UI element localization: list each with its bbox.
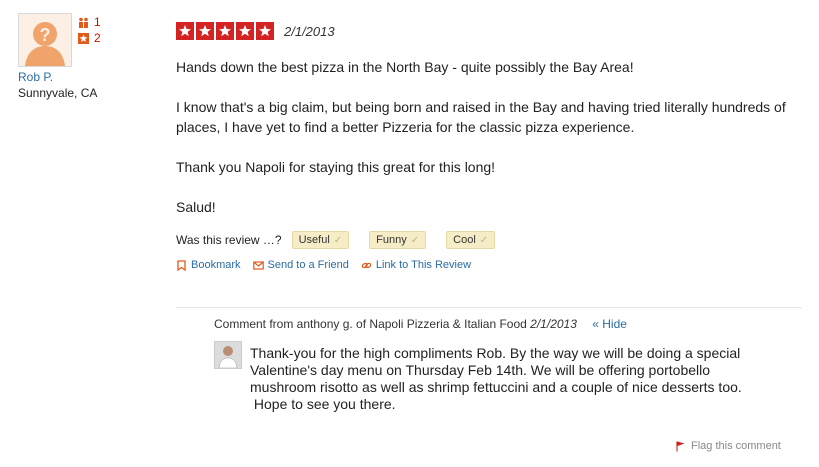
reviews-count: 2 xyxy=(94,31,101,45)
bookmark-link[interactable]: Bookmark xyxy=(176,259,241,271)
review-date: 2/1/2013 xyxy=(284,23,335,39)
user-stats: 1 2 xyxy=(78,14,101,46)
cool-label: Cool xyxy=(453,234,476,246)
flag-comment-link[interactable]: Flag this comment xyxy=(676,440,781,452)
review-paragraph: I know that's a big claim, but being bor… xyxy=(176,99,786,135)
comment-line: Hope to see you there. xyxy=(250,396,396,412)
comment-line: Valentine's day menu on Thursday Feb 14t… xyxy=(250,362,711,378)
link-label: Link to This Review xyxy=(375,259,472,271)
send-to-friend-link[interactable]: Send to a Friend xyxy=(252,259,349,271)
useful-button[interactable]: Useful ✓ xyxy=(291,231,350,249)
owner-comment-header: Comment from anthony g. of Napoli Pizzer… xyxy=(214,317,627,331)
review-paragraph: Thank you Napoli for staying this great … xyxy=(176,159,496,175)
review-paragraph: Salud! xyxy=(176,199,216,215)
reviewer-card: ? 1 2 Rob P. Sunnyvale, CA xyxy=(18,13,138,100)
bookmark-label: Bookmark xyxy=(191,259,241,271)
comment-date: 2/1/2013 xyxy=(530,317,577,331)
star-rating xyxy=(176,22,274,40)
star-icon xyxy=(256,22,274,40)
comment-line: mushroom risotto as well as shrimp fettu… xyxy=(250,379,742,395)
friends-icon xyxy=(79,17,88,28)
checkmark-icon: ✓ xyxy=(410,234,420,246)
rating-row: 2/1/2013 xyxy=(176,21,796,41)
review-star-icon xyxy=(78,32,89,44)
svg-text:?: ? xyxy=(40,25,51,45)
link-to-review[interactable]: Link to This Review xyxy=(361,259,471,271)
star-icon xyxy=(196,22,214,40)
owner-photo-icon xyxy=(215,342,241,368)
flag-icon xyxy=(676,441,685,451)
useful-label: Useful xyxy=(298,234,330,246)
bookmark-icon xyxy=(177,259,186,271)
chain-link-icon xyxy=(361,262,372,268)
review-paragraph: Hands down the best pizza in the North B… xyxy=(176,59,634,75)
flag-label: Flag this comment xyxy=(691,440,781,452)
user-name-link[interactable]: Rob P. xyxy=(18,70,138,84)
feedback-prompt: Was this review …? xyxy=(176,233,282,247)
send-label: Send to a Friend xyxy=(267,259,349,271)
envelope-icon xyxy=(252,260,264,270)
comment-line: Thank-you for the high compliments Rob. … xyxy=(250,345,741,361)
review-actions: Bookmark Send to a Friend Link to This R… xyxy=(176,259,796,271)
review-text: Hands down the best pizza in the North B… xyxy=(176,57,796,217)
friends-count: 1 xyxy=(94,15,101,29)
star-icon xyxy=(216,22,234,40)
star-icon xyxy=(176,22,194,40)
owner-avatar[interactable] xyxy=(214,341,242,369)
comment-author-text: Comment from anthony g. of Napoli Pizzer… xyxy=(214,317,527,331)
hide-comment-link[interactable]: « Hide xyxy=(592,317,627,331)
friends-stat: 1 xyxy=(78,14,101,30)
user-avatar[interactable]: ? xyxy=(18,13,72,67)
funny-button[interactable]: Funny ✓ xyxy=(369,231,427,249)
checkmark-icon: ✓ xyxy=(479,234,489,246)
default-avatar-icon: ? xyxy=(19,14,71,66)
funny-label: Funny xyxy=(376,234,407,246)
comment-divider xyxy=(176,307,802,308)
checkmark-icon: ✓ xyxy=(333,234,343,246)
user-location: Sunnyvale, CA xyxy=(18,86,98,100)
review-feedback: Was this review …? Useful ✓ Funny ✓ Cool… xyxy=(176,231,796,249)
cool-button[interactable]: Cool ✓ xyxy=(446,231,496,249)
owner-comment-text: Thank-you for the high compliments Rob. … xyxy=(250,345,790,413)
star-icon xyxy=(236,22,254,40)
review: 2/1/2013 Hands down the best pizza in th… xyxy=(176,21,796,271)
reviews-stat: 2 xyxy=(78,30,101,46)
